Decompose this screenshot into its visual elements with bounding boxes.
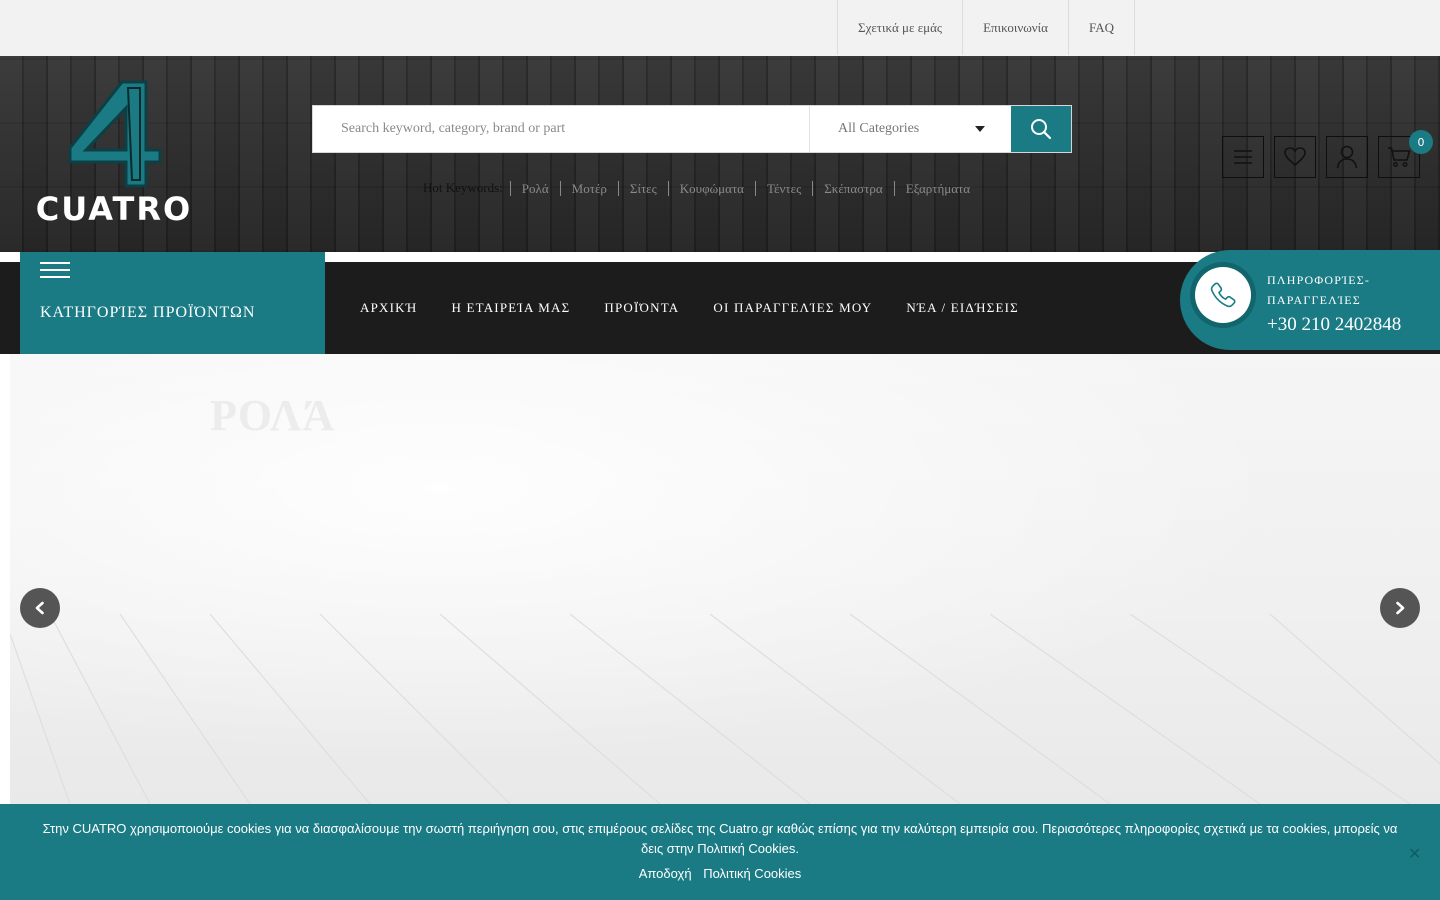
top-utility-bar: Σχετικά με εμάς Επικοινωνία FAQ [0, 0, 1440, 56]
hot-keyword[interactable]: Σκέπαστρα [812, 180, 893, 196]
cart-button[interactable]: 0 [1378, 130, 1433, 178]
logo-text: CUATRO [35, 190, 193, 228]
slide-title: ΡΟΛΆ [210, 391, 336, 440]
hot-keywords: Hot Keywords: Ρολά Μοτέρ Σίτες Κουφώματα… [423, 180, 981, 196]
contact-link[interactable]: Επικοινωνία [962, 0, 1068, 55]
menu-button[interactable] [1222, 136, 1264, 178]
hot-keywords-label: Hot Keywords: [423, 180, 503, 195]
close-icon[interactable]: ✕ [1408, 844, 1421, 864]
phone-contact-box[interactable]: ΠΛΗΡΟΦΟΡΊΕΣ-ΠΑΡΑΓΓΕΛΊΕΣ +30 210 2402848 [1180, 250, 1440, 350]
search-button[interactable] [1011, 106, 1071, 152]
caret-down-icon [975, 126, 985, 132]
top-links: Σχετικά με εμάς Επικοινωνία FAQ [837, 0, 1136, 55]
hero-slider: ΡΟΛΆ [10, 354, 1440, 804]
phone-number[interactable]: +30 210 2402848 [1267, 314, 1401, 336]
site-logo[interactable]: CUATRO [34, 78, 194, 228]
hot-keyword[interactable]: Κουφώματα [667, 180, 755, 196]
category-select[interactable]: All Categories [809, 106, 1011, 152]
phone-icon-ring [1190, 262, 1256, 328]
nav-item-orders[interactable]: ΟΙ ΠΑΡΑΓΓΕΛΊΕΣ ΜΟΥ [696, 300, 889, 316]
menu-icon [1234, 150, 1252, 164]
nav-item-home[interactable]: ΑΡΧΙΚΉ [343, 300, 434, 316]
header-icons: 0 [1222, 130, 1433, 178]
phone-label: ΠΛΗΡΟΦΟΡΊΕΣ-ΠΑΡΑΓΓΕΛΊΕΣ [1267, 273, 1371, 307]
hot-keyword[interactable]: Εξαρτήματα [893, 180, 981, 196]
hot-keyword[interactable]: Σίτες [617, 180, 668, 196]
cart-icon [1388, 147, 1411, 168]
hot-keyword[interactable]: Μοτέρ [559, 180, 618, 196]
main-navbar: ΚΑΤΗΓΟΡΊΕΣ ΠΡΟΪΌΝΤΩΝ ΑΡΧΙΚΉ Η ΕΤΑΙΡΕΊΑ Μ… [0, 250, 1440, 354]
main-menu: ΑΡΧΙΚΉ Η ΕΤΑΙΡΕΊΑ ΜΑΣ ΠΡΟΪΌΝΤΑ ΟΙ ΠΑΡΑΓΓ… [343, 262, 1036, 354]
hamburger-icon [40, 262, 70, 278]
slider-next-button[interactable] [1380, 588, 1420, 628]
wishlist-button[interactable] [1274, 136, 1316, 178]
chevron-right-icon [1396, 601, 1405, 615]
cart-count-badge: 0 [1409, 130, 1433, 154]
cookie-actions: Αποδοχή Πολιτική Cookies [0, 866, 1440, 881]
cookie-message: Στην CUATRO χρησιμοποιούμε cookies για ν… [42, 821, 1398, 856]
nav-item-company[interactable]: Η ΕΤΑΙΡΕΊΑ ΜΑΣ [434, 300, 587, 316]
cookie-policy-link[interactable]: Πολιτική Cookies [703, 866, 801, 881]
category-select-value: All Categories [838, 121, 920, 136]
account-button[interactable] [1326, 136, 1368, 178]
nav-item-products[interactable]: ΠΡΟΪΌΝΤΑ [587, 300, 696, 316]
hot-keyword[interactable]: Τέντες [755, 180, 812, 196]
search-icon [1031, 119, 1052, 140]
categories-title: ΚΑΤΗΓΟΡΊΕΣ ΠΡΟΪΌΝΤΩΝ [40, 304, 256, 321]
logo-four-mark [68, 80, 162, 188]
chevron-left-icon [35, 601, 44, 615]
hot-keyword[interactable]: Ρολά [509, 180, 560, 196]
cookie-banner: Στην CUATRO χρησιμοποιούμε cookies για ν… [0, 804, 1440, 900]
nav-item-news[interactable]: ΝΈΑ / ΕΙΔΉΣΕΙΣ [889, 300, 1036, 316]
user-icon [1336, 145, 1358, 169]
slider-prev-button[interactable] [20, 588, 60, 628]
search-input[interactable] [313, 106, 809, 152]
slide-floor-image [10, 614, 1440, 804]
phone-icon [1210, 282, 1236, 308]
about-link[interactable]: Σχετικά με εμάς [837, 0, 962, 55]
heart-icon [1284, 147, 1306, 167]
nav-left-edge [0, 262, 20, 354]
faq-link[interactable]: FAQ [1067, 0, 1136, 55]
categories-toggle[interactable]: ΚΑΤΗΓΟΡΊΕΣ ΠΡΟΪΌΝΤΩΝ [20, 252, 325, 354]
search-bar: All Categories [312, 105, 1072, 153]
cookie-accept-button[interactable]: Αποδοχή [639, 866, 692, 881]
site-header: CUATRO All Categories Hot Keywords: Ρολά… [0, 56, 1440, 252]
